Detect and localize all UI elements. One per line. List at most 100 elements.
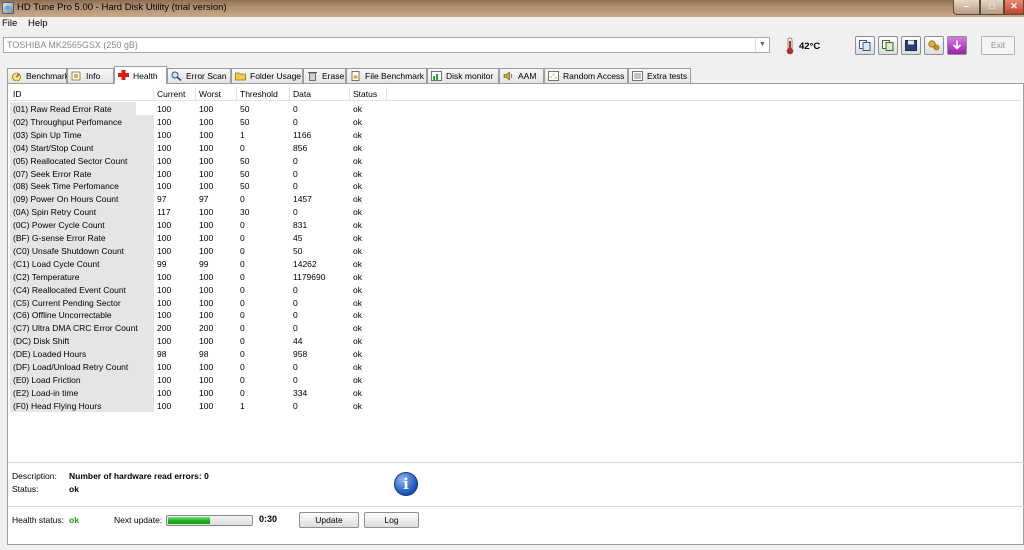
cell-worst: 100 — [199, 155, 214, 166]
tab-health[interactable]: Health — [114, 66, 167, 84]
cell-current: 100 — [157, 220, 172, 231]
tab-benchmark[interactable]: Benchmark — [7, 68, 69, 83]
column-header-status[interactable]: Status — [350, 87, 387, 101]
cell-current: 100 — [157, 387, 172, 398]
cell-worst: 100 — [199, 129, 214, 140]
tab-random-access[interactable]: Random Access — [544, 68, 628, 83]
cell-worst: 100 — [199, 207, 214, 218]
cell-id: (DE) Loaded Hours — [10, 347, 154, 361]
tab-error-scan[interactable]: Error Scan — [167, 68, 231, 83]
list-header: ID Current Worst Threshold Data Status — [10, 87, 1021, 101]
tab-disk-monitor[interactable]: Disk monitor — [427, 68, 499, 83]
copy-text-button[interactable] — [855, 36, 875, 55]
tab-label: Erase — [322, 71, 345, 81]
table-row[interactable]: (E0) Load Friction 100 100 0 0 ok — [10, 372, 390, 386]
column-header-id[interactable]: ID — [10, 87, 154, 101]
close-button[interactable]: ✕ — [1004, 0, 1024, 15]
table-row[interactable]: (DC) Disk Shift 100 100 0 44 ok — [10, 334, 390, 348]
cell-id: (F0) Head Flying Hours — [10, 398, 154, 412]
tab-extra-tests[interactable]: Extra tests — [628, 68, 691, 83]
cell-current: 100 — [157, 284, 172, 295]
cell-data: 0 — [293, 207, 298, 218]
cell-status: ok — [353, 104, 362, 114]
tab-info[interactable]: Info — [67, 68, 114, 83]
cell-id: (0C) Power Cycle Count — [10, 218, 154, 232]
table-row[interactable]: (01) Raw Read Error Rate 100 100 50 0 ok — [10, 102, 390, 115]
column-header-current[interactable]: Current — [154, 87, 196, 101]
column-header-data[interactable]: Data — [290, 87, 350, 101]
update-button[interactable]: Update — [299, 512, 359, 528]
table-row[interactable]: (C4) Reallocated Event Count 100 100 0 0 ok — [10, 282, 390, 296]
cell-data: 1166 — [293, 129, 312, 140]
drive-select[interactable]: TOSHIBA MK2565GSX (250 gB) ▼ — [3, 37, 770, 53]
info-icon — [71, 71, 81, 81]
table-row[interactable]: (C2) Temperature 100 100 0 1179690 ok — [10, 269, 390, 283]
copy-screenshot-icon — [882, 40, 894, 51]
options-button[interactable] — [924, 36, 944, 55]
table-row[interactable]: (E2) Load-in time 100 100 0 334 ok — [10, 385, 390, 399]
cell-id: (DF) Load/Unload Retry Count — [10, 360, 154, 373]
table-row[interactable]: (0C) Power Cycle Count 100 100 0 831 ok — [10, 218, 390, 232]
table-row[interactable]: (05) Reallocated Sector Count 100 100 50 0 ok — [10, 153, 390, 167]
cell-id: (07) Seek Error Rate — [10, 166, 154, 180]
table-row[interactable]: (04) Start/Stop Count 100 100 0 856 ok — [10, 140, 390, 154]
cell-current: 100 — [157, 400, 172, 411]
table-row[interactable]: (C6) Offline Uncorrectable 100 100 0 0 ok — [10, 308, 390, 322]
cell-id: (E2) Load-in time — [10, 385, 154, 399]
cell-id: (09) Power On Hours Count — [10, 192, 154, 206]
log-button[interactable]: Log — [364, 512, 419, 528]
progress-fill — [168, 517, 210, 524]
tab-file-benchmark[interactable]: File Benchmark — [346, 68, 427, 83]
column-header-threshold[interactable]: Threshold — [237, 87, 290, 101]
tab-label: File Benchmark — [365, 71, 425, 81]
info-icon[interactable]: i — [394, 472, 418, 496]
random-access-icon — [548, 71, 559, 81]
cell-threshold: 0 — [240, 245, 245, 256]
cell-id: (C7) Ultra DMA CRC Error Count — [10, 321, 154, 335]
table-row[interactable]: (03) Spin Up Time 100 100 1 1166 ok — [10, 127, 390, 141]
menu-help[interactable]: Help — [28, 18, 48, 29]
column-header-worst[interactable]: Worst — [196, 87, 237, 101]
table-row[interactable]: (08) Seek Time Perfomance 100 100 50 0 ok — [10, 179, 390, 193]
minimize-button[interactable]: – — [953, 0, 980, 15]
tab-aam[interactable]: AAM — [499, 68, 544, 83]
table-row[interactable]: (09) Power On Hours Count 97 97 0 1457 ok — [10, 192, 390, 206]
cell-current: 100 — [157, 310, 172, 321]
table-row[interactable]: (C5) Current Pending Sector 100 100 0 0 ok — [10, 295, 390, 309]
table-row[interactable]: (DF) Load/Unload Retry Count 100 100 0 0 ok — [10, 360, 390, 373]
smart-attributes-list[interactable]: ID Current Worst Threshold Data Status (… — [10, 87, 1021, 447]
table-row[interactable]: (0A) Spin Retry Count 117 100 30 0 ok — [10, 205, 390, 219]
table-row[interactable]: (BF) G-sense Error Rate 100 100 0 45 ok — [10, 231, 390, 244]
cell-threshold: 0 — [240, 220, 245, 231]
description-label: Description: — [12, 471, 57, 481]
cell-threshold: 0 — [240, 233, 245, 243]
save-button[interactable] — [901, 36, 921, 55]
exit-button[interactable]: Exit — [981, 36, 1015, 55]
table-row[interactable]: (DE) Loaded Hours 98 98 0 958 ok — [10, 347, 390, 361]
menu-file[interactable]: File — [2, 18, 17, 29]
cell-status: ok — [353, 155, 362, 166]
cell-current: 97 — [157, 194, 167, 205]
copy-screenshot-button[interactable] — [878, 36, 898, 55]
table-row[interactable]: (07) Seek Error Rate 100 100 50 0 ok — [10, 166, 390, 180]
table-row[interactable]: (F0) Head Flying Hours 100 100 1 0 ok — [10, 398, 390, 412]
table-row[interactable]: (C0) Unsafe Shutdown Count 100 100 0 50 ok — [10, 243, 390, 257]
minimize-icon: – — [963, 1, 969, 11]
table-row[interactable]: (C1) Load Cycle Count 99 99 0 14262 ok — [10, 256, 390, 270]
tab-erase[interactable]: Erase — [303, 68, 346, 83]
tab-folder-usage[interactable]: Folder Usage — [231, 68, 303, 83]
table-row[interactable]: (02) Throughput Perfomance 100 100 50 0 ok — [10, 114, 390, 128]
maximize-button[interactable]: □ — [980, 0, 1004, 15]
window-title: HD Tune Pro 5.00 - Hard Disk Utility (tr… — [17, 2, 227, 13]
cell-worst: 100 — [199, 400, 214, 411]
tab-label: Folder Usage — [250, 71, 302, 81]
cell-data: 0 — [293, 297, 298, 308]
cell-status: ok — [353, 194, 362, 205]
download-button[interactable] — [947, 36, 967, 55]
cell-data: 0 — [293, 104, 298, 114]
cell-current: 100 — [157, 271, 172, 282]
cell-threshold: 0 — [240, 323, 245, 334]
table-row[interactable]: (C7) Ultra DMA CRC Error Count 200 200 0 0 ok — [10, 321, 390, 335]
benchmark-icon — [12, 72, 21, 81]
cell-current: 99 — [157, 258, 167, 269]
